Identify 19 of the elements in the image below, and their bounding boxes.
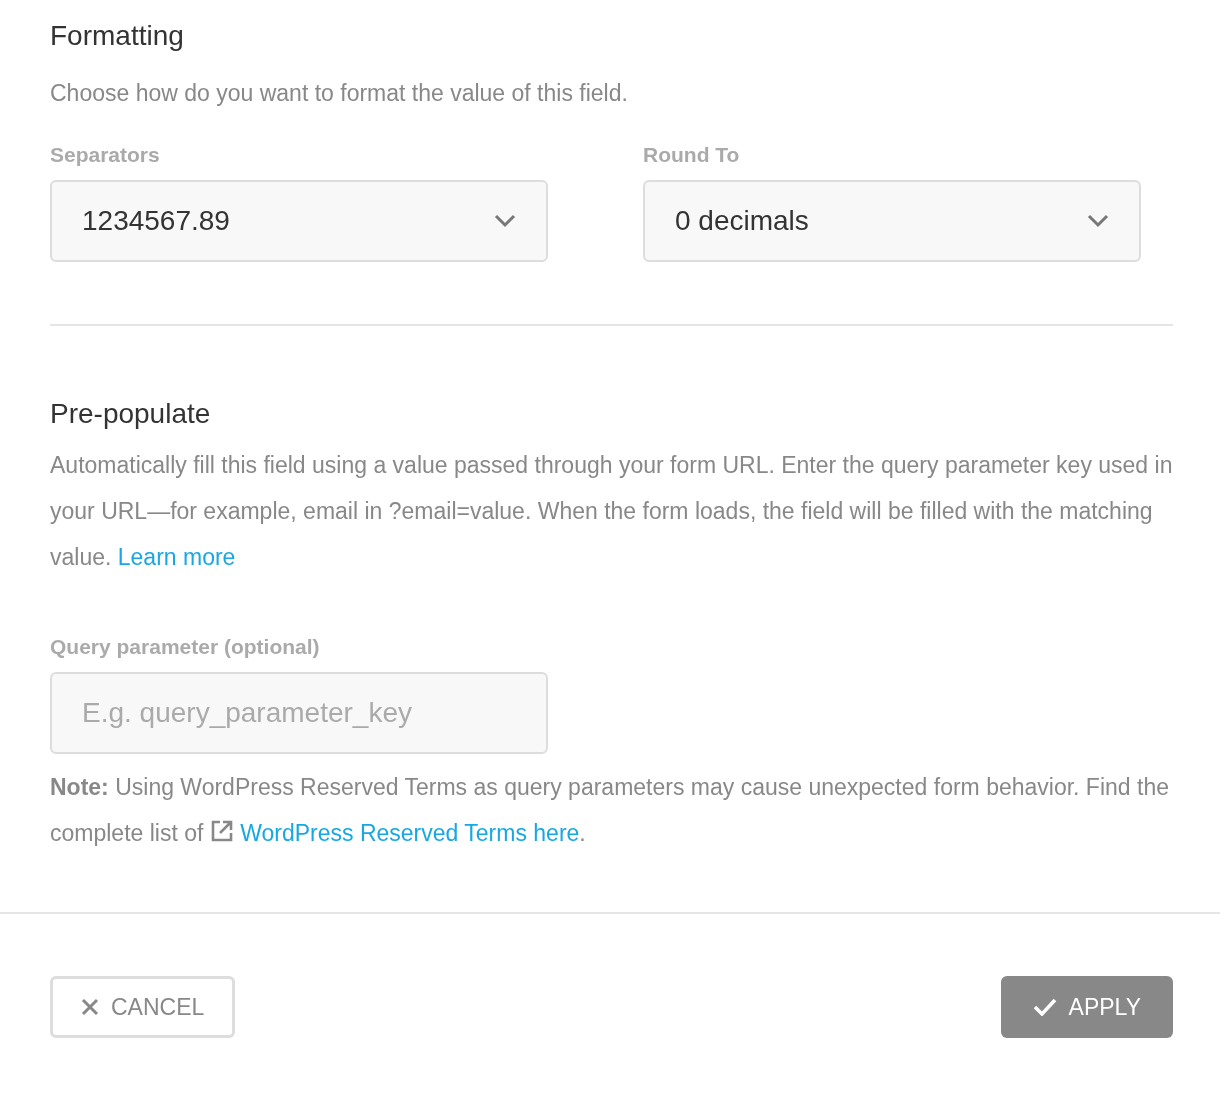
select-field[interactable]: 0 decimals: [643, 180, 1141, 262]
close-icon: [81, 998, 99, 1016]
field-label: Query parameter (optional): [50, 634, 320, 660]
chevron-down-icon: [1087, 214, 1109, 228]
cancel-button[interactable]: CANCEL: [50, 976, 236, 1038]
chevron-down-icon: [494, 214, 516, 228]
section-title: Pre-populate: [50, 397, 212, 431]
section-description: Choose how do you want to format the value of this field.: [50, 79, 629, 108]
query-parameter-field[interactable]: E.g. query_parameter_key: [50, 672, 548, 754]
select-field[interactable]: 1234567.89: [50, 180, 548, 262]
section-description: Automatically fill this field using a value passed through your form URL. Enter the query parameter key used in your URL—for example, email in ?email=value. When the form loads, the field will be filled with the matching value. Learn more: [50, 451, 1173, 572]
check-icon: [1032, 998, 1057, 1016]
field-label: Round To: [643, 142, 740, 168]
section-title: Formatting: [50, 19, 185, 53]
field-label: Separators: [50, 142, 160, 168]
learn-more-link[interactable]: Learn more: [117, 544, 236, 570]
external-link-icon: [209, 819, 234, 843]
reserved-terms-link[interactable]: WordPress Reserved Terms here: [240, 820, 580, 846]
note-text: Note: Using WordPress Reserved Terms as query parameters may cause unexpected form behavior. Find the complete list of WordPress Reserved Terms here.: [50, 773, 1170, 848]
